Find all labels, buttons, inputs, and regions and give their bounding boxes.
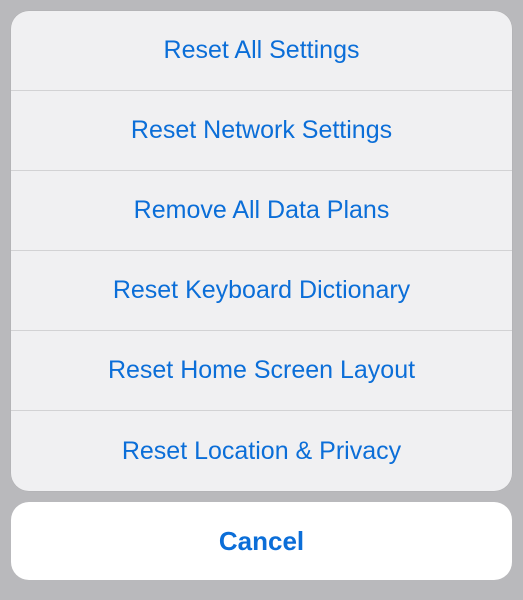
option-label: Reset Network Settings [131,116,392,145]
option-label: Remove All Data Plans [134,196,390,225]
option-label: Reset Location & Privacy [122,437,401,466]
option-reset-network-settings[interactable]: Reset Network Settings [11,91,512,171]
cancel-label: Cancel [219,526,304,557]
option-reset-keyboard-dictionary[interactable]: Reset Keyboard Dictionary [11,251,512,331]
option-label: Reset Home Screen Layout [108,356,415,385]
option-reset-all-settings[interactable]: Reset All Settings [11,11,512,91]
action-sheet: Reset All Settings Reset Network Setting… [11,11,512,491]
option-reset-location-privacy[interactable]: Reset Location & Privacy [11,411,512,491]
option-reset-home-screen-layout[interactable]: Reset Home Screen Layout [11,331,512,411]
option-label: Reset Keyboard Dictionary [113,276,410,305]
action-sheet-container: Reset All Settings Reset Network Setting… [0,0,523,600]
cancel-button[interactable]: Cancel [11,502,512,580]
option-label: Reset All Settings [164,36,360,65]
option-remove-all-data-plans[interactable]: Remove All Data Plans [11,171,512,251]
